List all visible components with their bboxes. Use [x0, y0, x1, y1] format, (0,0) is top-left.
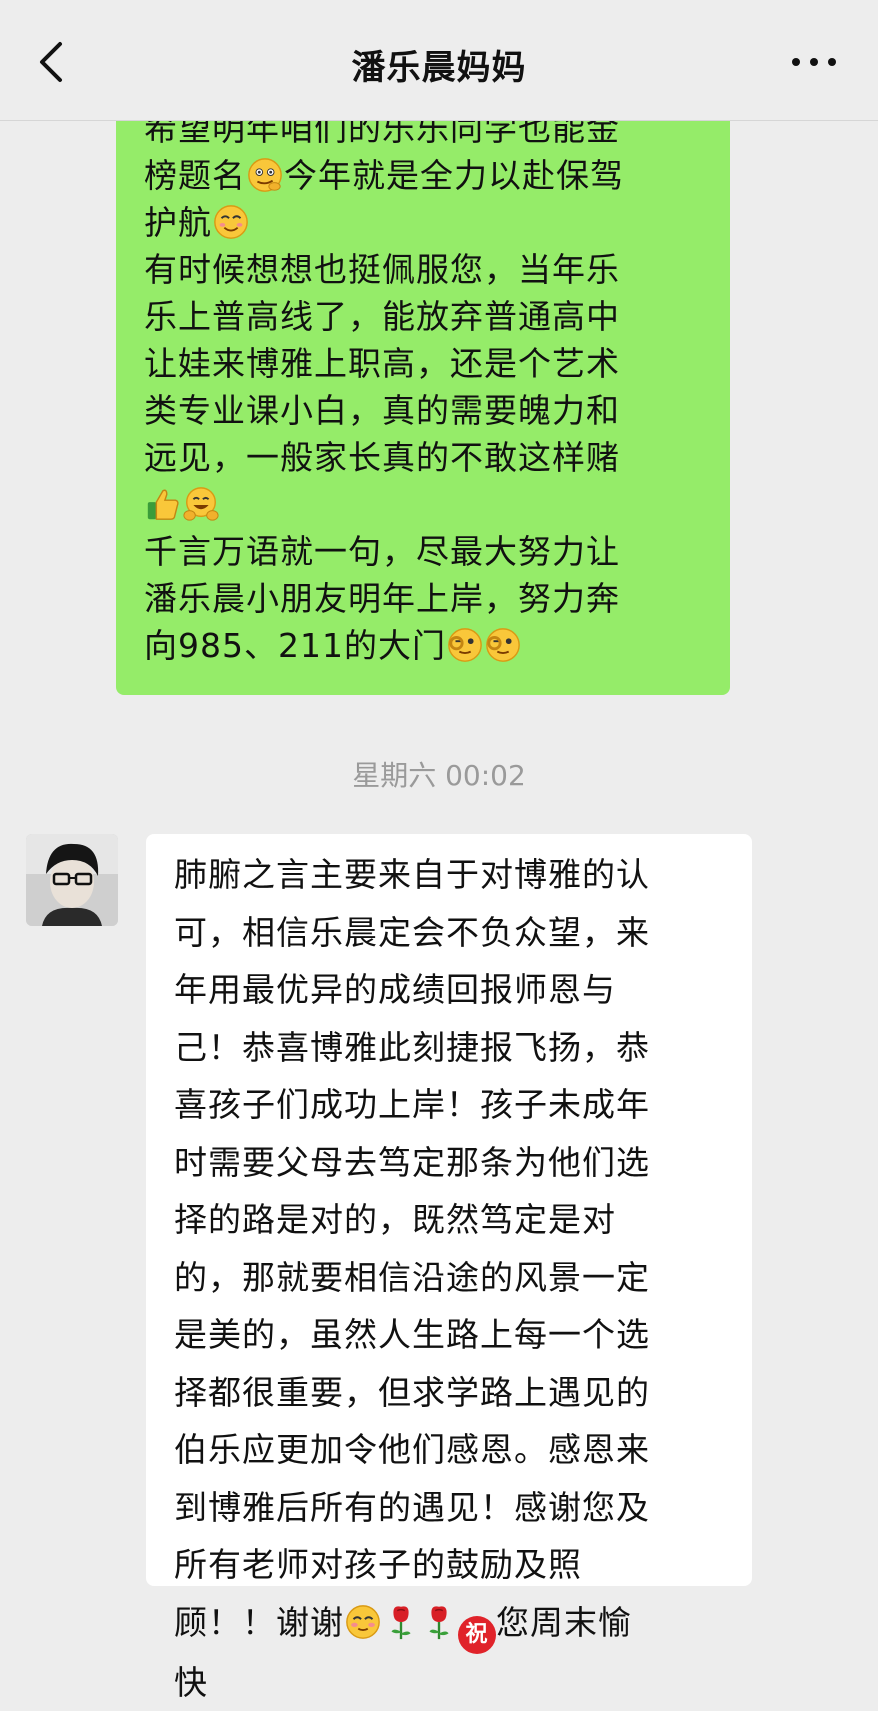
message-line: 千言万语就一句，尽最大努力让 — [144, 528, 714, 575]
ellipsis-icon — [792, 58, 800, 66]
ellipsis-dot — [828, 58, 836, 66]
smiling-emoji-icon — [212, 203, 250, 241]
avatar-photo — [26, 834, 118, 926]
message-line: 的，那就要相信沿途的风景一定 — [174, 1249, 730, 1307]
message-line: 肺腑之言主要来自于对博雅的认 — [174, 846, 730, 904]
outgoing-message-text: 希望明年咱们的乐乐同学也能金榜题名今年就是全力以赴保驾护航有时候想想也挺佩服您，… — [144, 105, 714, 669]
message-line: 到博雅后所有的遇见！感谢您及 — [174, 1479, 730, 1537]
chat-title: 潘乐晨妈妈 — [0, 40, 878, 89]
message-line: 可，相信乐晨定会不负众望，来 — [174, 904, 730, 962]
avatar[interactable] — [26, 834, 118, 926]
message-line: 择的路是对的，既然笃定是对 — [174, 1191, 730, 1249]
message-line: 年用最优异的成绩回报师恩与 — [174, 961, 730, 1019]
message-line: 乐上普高线了，能放弃普通高中 — [144, 293, 714, 340]
thumbs-up-emoji-icon — [144, 485, 182, 523]
message-line: 护航 — [144, 199, 714, 246]
zhu-badge-icon: 祝 — [458, 1616, 496, 1654]
message-line: 让娃来博雅上职高，还是个艺术 — [144, 340, 714, 387]
message-line: 所有老师对孩子的鼓励及照 — [174, 1536, 730, 1594]
ellipsis-dot — [810, 58, 818, 66]
message-line: 是美的，虽然人生路上每一个选 — [174, 1306, 730, 1364]
message-text: 向985、211的大门 — [144, 626, 446, 665]
message-line: 快 — [174, 1654, 730, 1711]
incoming-message-bubble[interactable]: 肺腑之言主要来自于对博雅的认可，相信乐晨定会不负众望，来年用最优异的成绩回报师恩… — [146, 834, 752, 1586]
chat-header: 潘乐晨妈妈 — [0, 0, 878, 121]
smirk-emoji-icon — [246, 156, 284, 194]
message-text: 护航 — [144, 203, 212, 242]
incoming-message-text: 肺腑之言主要来自于对博雅的认可，相信乐晨定会不负众望，来年用最优异的成绩回报师恩… — [174, 846, 730, 1711]
wink-ok-emoji-icon — [484, 626, 522, 664]
message-line: 榜题名今年就是全力以赴保驾 — [144, 152, 714, 199]
message-text: 您周末愉 — [496, 1603, 632, 1642]
more-button[interactable] — [776, 44, 852, 80]
message-line: 己！恭喜博雅此刻捷报飞扬，恭 — [174, 1019, 730, 1077]
message-line: 类专业课小白，真的需要魄力和 — [144, 387, 714, 434]
message-line: 远见，一般家长真的不敢这样赌 — [144, 434, 714, 481]
message-line: 喜孩子们成功上岸！孩子未成年 — [174, 1076, 730, 1134]
message-line: 择都很重要，但求学路上遇见的 — [174, 1364, 730, 1422]
message-line: 有时候想想也挺佩服您，当年乐 — [144, 246, 714, 293]
message-line: 时需要父母去笃定那条为他们选 — [174, 1134, 730, 1192]
rose-icon — [420, 1603, 458, 1641]
message-timestamp: 星期六 00:02 — [0, 754, 878, 794]
message-line: 伯乐应更加令他们感恩。感恩来 — [174, 1421, 730, 1479]
message-line — [144, 481, 714, 528]
message-line: 潘乐晨小朋友明年上岸，努力奔 — [144, 575, 714, 622]
message-text: 顾！！谢谢 — [174, 1603, 344, 1642]
wink-ok-emoji-icon — [446, 626, 484, 664]
blush-emoji-icon — [344, 1603, 382, 1641]
rose-icon — [382, 1603, 420, 1641]
message-line: 顾！！谢谢 祝您周末愉 — [174, 1594, 730, 1654]
message-text: 今年就是全力以赴保驾 — [284, 156, 624, 195]
message-line: 向985、211的大门 — [144, 622, 714, 669]
message-text: 榜题名 — [144, 156, 246, 195]
outgoing-message-bubble[interactable]: 希望明年咱们的乐乐同学也能金榜题名今年就是全力以赴保驾护航有时候想想也挺佩服您，… — [116, 105, 730, 695]
hugging-emoji-icon — [182, 485, 220, 523]
